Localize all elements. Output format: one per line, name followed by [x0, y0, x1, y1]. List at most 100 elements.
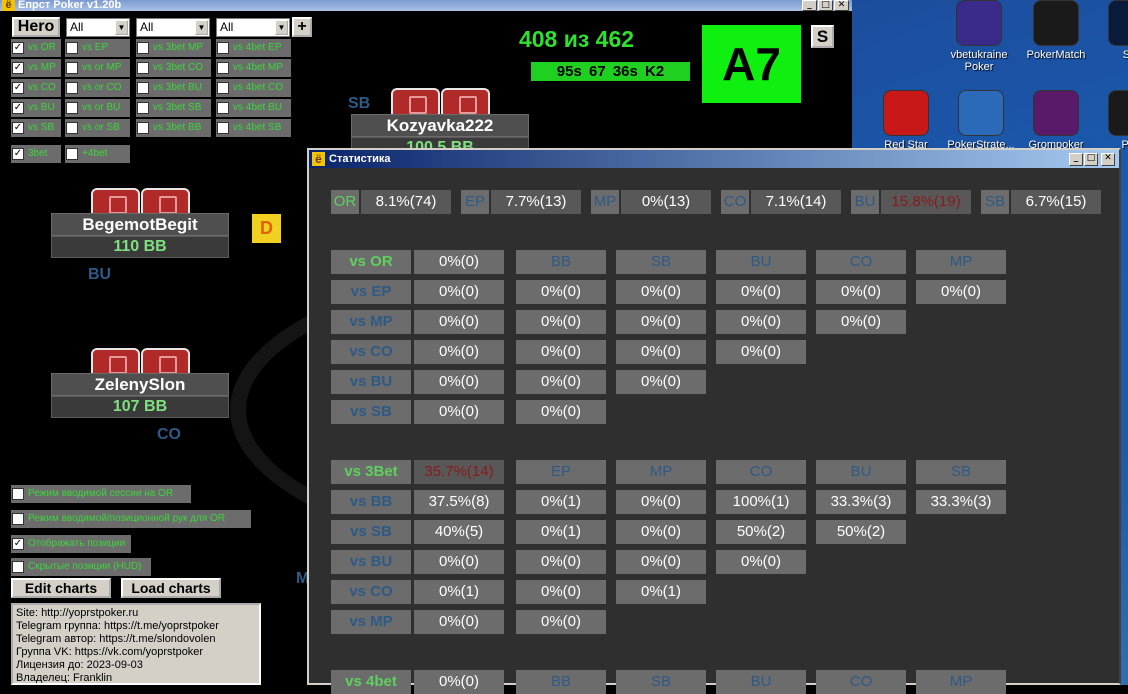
checkbox-box[interactable] — [137, 62, 149, 74]
checkbox-box[interactable]: ✓ — [12, 122, 24, 134]
checkbox-box[interactable] — [12, 513, 24, 525]
checkbox-3-4[interactable]: vs 4bet SB — [216, 119, 291, 137]
checkbox-2-2[interactable]: vs 3bet BU — [136, 79, 211, 97]
checkbox-label: vs MP — [28, 62, 56, 73]
checkbox-box[interactable] — [137, 102, 149, 114]
checkbox-box[interactable] — [217, 102, 229, 114]
option-checkbox[interactable]: Режим вводимой сессии на OR — [11, 485, 191, 503]
checkbox-box[interactable] — [66, 102, 78, 114]
checkbox-box[interactable] — [66, 122, 78, 134]
stat-cell: 50%(2) — [716, 520, 806, 544]
checkbox-1-4[interactable]: vs or SB — [65, 119, 130, 137]
desktop-shortcut[interactable]: vbetukraine Poker — [942, 0, 1016, 73]
info-line: Лицензия до: 2023-09-03 — [16, 659, 143, 671]
checkbox-box[interactable] — [66, 42, 78, 54]
close-button[interactable]: ✕ — [1101, 153, 1115, 166]
checkbox-box[interactable] — [217, 122, 229, 134]
checkbox-box[interactable]: ✓ — [12, 148, 24, 160]
checkbox-box[interactable] — [66, 82, 78, 94]
checkbox-0-1[interactable]: ✓ vs MP — [11, 59, 61, 77]
checkbox-3-1[interactable]: vs 4bet MP — [216, 59, 291, 77]
checkbox-3bet[interactable]: ✓ 3bet — [11, 145, 61, 163]
stat-cell: vs MP — [331, 310, 411, 334]
desktop-shortcut[interactable]: PokerMatch — [1019, 0, 1093, 61]
stat-header-cell: vs 4bet — [331, 670, 411, 694]
checkbox-box[interactable] — [137, 42, 149, 54]
checkbox-box[interactable] — [66, 148, 78, 160]
stat-cell: 0%(0) — [414, 340, 504, 364]
checkbox-label: +4bet — [82, 148, 108, 159]
checkbox-box[interactable] — [137, 122, 149, 134]
edit-charts-button[interactable]: Edit charts — [11, 578, 111, 598]
desktop-shortcut[interactable]: Pok — [1094, 90, 1128, 151]
stat-header-cell: BU — [716, 670, 806, 694]
filter-dropdown-2[interactable]: All ▼ — [136, 18, 210, 37]
checkbox-box[interactable]: ✓ — [12, 102, 24, 114]
filter-dropdown-1[interactable]: All ▼ — [66, 18, 130, 37]
desktop-shortcut[interactable]: Grompoker — [1019, 90, 1093, 151]
stat-cell: 0%(0) — [716, 310, 806, 334]
checkbox-box[interactable] — [137, 82, 149, 94]
red-star-icon — [883, 90, 929, 136]
load-charts-button[interactable]: Load charts — [121, 578, 221, 598]
stat-header-cell: MP — [916, 250, 1006, 274]
checkbox-box[interactable] — [217, 62, 229, 74]
desktop-shortcut[interactable]: Red Star — [869, 90, 943, 151]
checkbox-box[interactable]: ✓ — [12, 538, 24, 550]
stat-label: SB — [981, 190, 1009, 214]
checkbox-1-0[interactable]: vs EP — [65, 39, 130, 57]
stat-cell: 0%(0) — [816, 280, 906, 304]
desktop-shortcut[interactable]: PokerStrate... — [944, 90, 1018, 151]
checkbox-box[interactable]: ✓ — [12, 42, 24, 54]
checkbox-3-2[interactable]: vs 4bet CO — [216, 79, 291, 97]
checkbox-0-4[interactable]: ✓ vs SB — [11, 119, 61, 137]
checkbox-0-2[interactable]: ✓ vs CO — [11, 79, 61, 97]
checkbox-box[interactable] — [217, 42, 229, 54]
checkbox-1-2[interactable]: vs or CO — [65, 79, 130, 97]
option-checkbox[interactable]: ✓ Отображать позиции — [11, 535, 131, 553]
checkbox-2-4[interactable]: vs 3bet BB — [136, 119, 211, 137]
stat-header-cell: CO — [816, 250, 906, 274]
s-button[interactable]: S — [811, 25, 834, 48]
card-back — [91, 348, 140, 376]
checkbox-label: vs 4bet BU — [233, 102, 282, 113]
stat-cell: vs CO — [331, 340, 411, 364]
checkbox-1-1[interactable]: vs or MP — [65, 59, 130, 77]
stat-value: 7.7%(13) — [491, 190, 581, 214]
checkbox-0-3[interactable]: ✓ vs BU — [11, 99, 61, 117]
player-name: ZelenySlon — [51, 373, 229, 396]
checkbox-label: vs or BU — [82, 102, 121, 113]
checkbox-2-0[interactable]: vs 3bet MP — [136, 39, 211, 57]
info-line: Site: http://yoprstpoker.ru — [16, 607, 139, 619]
add-filter-button[interactable]: + — [292, 17, 312, 37]
checkbox-box[interactable] — [12, 561, 24, 573]
stat-cell: 0%(0) — [516, 550, 606, 574]
desktop-shortcut[interactable]: Ste — [1094, 0, 1128, 61]
checkbox-box[interactable] — [66, 62, 78, 74]
checkbox-box[interactable]: ✓ — [12, 62, 24, 74]
checkbox-0-0[interactable]: ✓ vs OR — [11, 39, 61, 57]
checkbox-box[interactable]: ✓ — [12, 82, 24, 94]
checkbox-2-3[interactable]: vs 3bet SB — [136, 99, 211, 117]
maximize-button[interactable]: □ — [818, 0, 833, 11]
checkbox-1-3[interactable]: vs or BU — [65, 99, 130, 117]
close-button[interactable]: ✕ — [834, 0, 849, 11]
checkbox-box[interactable] — [217, 82, 229, 94]
checkbox-box[interactable] — [12, 488, 24, 500]
checkbox-3-0[interactable]: vs 4bet EP — [216, 39, 291, 57]
filter-dropdown-3[interactable]: All ▼ — [216, 18, 290, 37]
option-checkbox[interactable]: Скрытые позиции (HUD) — [11, 558, 151, 576]
stat-cell: 0%(0) — [616, 550, 706, 574]
stat-header-cell: 0%(0) — [414, 670, 504, 694]
checkbox-3-3[interactable]: vs 4bet BU — [216, 99, 291, 117]
option-checkbox[interactable]: Режим вводимой/позиционной рук для OR — [11, 510, 251, 528]
checkbox-4bet[interactable]: +4bet — [65, 145, 130, 163]
checkbox-label: vs SB — [28, 122, 55, 133]
stat-label: BU — [851, 190, 879, 214]
checkbox-2-1[interactable]: vs 3bet CO — [136, 59, 211, 77]
maximize-button[interactable]: □ — [1084, 153, 1098, 166]
stat-cell: 40%(5) — [414, 520, 504, 544]
minimize-button[interactable]: _ — [1069, 153, 1083, 166]
steam-icon — [1108, 0, 1128, 46]
minimize-button[interactable]: _ — [802, 0, 817, 11]
